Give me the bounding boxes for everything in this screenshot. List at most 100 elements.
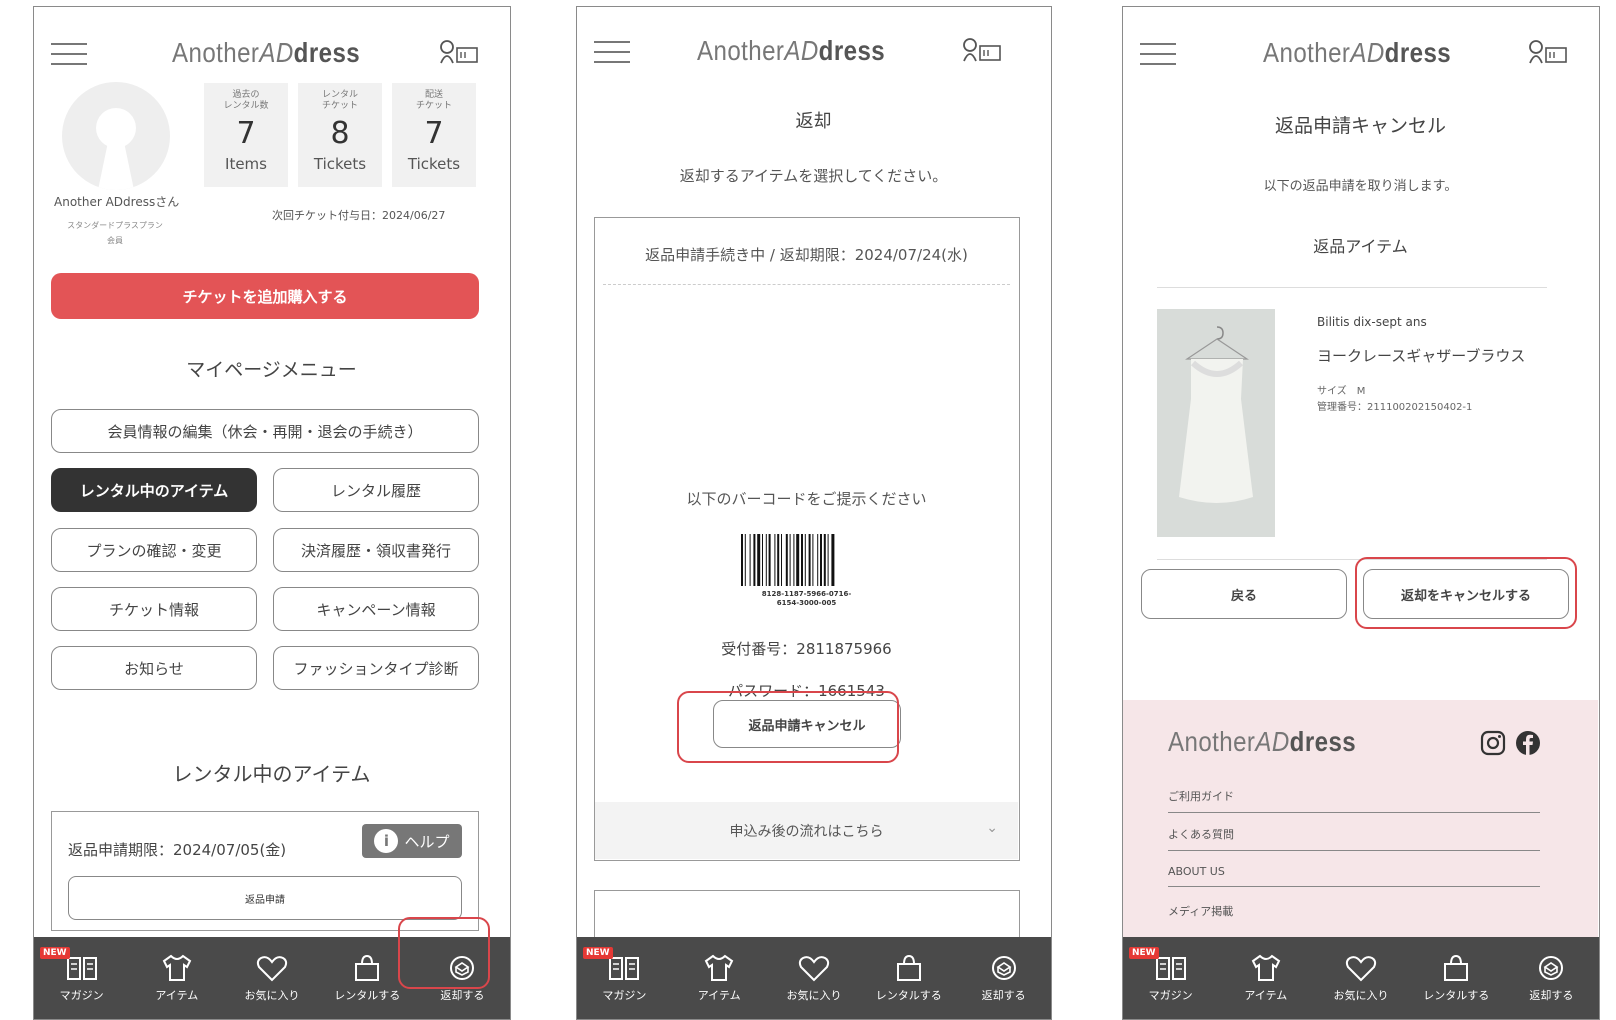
payment-history-button[interactable]: 決済履歴・領収書発行 (273, 528, 479, 572)
rental-history-button[interactable]: レンタル履歴 (273, 468, 479, 512)
highlight-return-tab (398, 917, 490, 989)
highlight-cancel-return-button (1355, 557, 1577, 629)
campaign-info-button[interactable]: キャンペーン情報 (273, 587, 479, 631)
logo[interactable]: AnotherADdress (1263, 37, 1451, 69)
barcode-image (741, 534, 835, 586)
stat-rental-tickets: レンタル チケット 8 Tickets (298, 83, 382, 187)
rental-item-card: 返品申請期限：2024/07/05(金) i ヘルプ 返品申請 (51, 811, 479, 931)
info-icon: i (374, 829, 399, 853)
barcode-prompt: 以下のバーコードをご提示ください (686, 490, 927, 508)
shirt-icon (704, 954, 734, 981)
screen-return: AnotherADdress 返却 返却するアイテムを選択してください。 返品申… (576, 6, 1052, 1020)
tab-return[interactable]: 返却する (956, 937, 1051, 1019)
book-icon (66, 957, 97, 980)
tab-items[interactable]: アイテム (1218, 937, 1313, 1019)
tab-items[interactable]: アイテム (129, 937, 224, 1019)
member-card-icon[interactable] (1528, 39, 1568, 65)
new-badge: NEW (1129, 947, 1159, 959)
return-apply-button[interactable]: 返品申請 (68, 876, 462, 920)
shirt-icon (1251, 954, 1281, 981)
chevron-down-icon: ⌄ (986, 820, 998, 836)
item-image (1157, 309, 1275, 537)
highlight-cancel-button (677, 691, 899, 763)
fashion-diagnosis-button[interactable]: ファッションタイプ診断 (273, 646, 479, 690)
avatar (62, 82, 170, 190)
page-title: 返品申請キャンセル (1274, 115, 1446, 137)
ticket-info-button[interactable]: チケット情報 (51, 587, 257, 631)
back-button[interactable]: 戻る (1141, 569, 1347, 619)
screen-return-cancel: AnotherADdress 返品申請キャンセル 以下の返品申請を取り消します。… (1122, 6, 1600, 1020)
plan-name: スタンダードプラスプラン (67, 221, 163, 230)
receipt-number: 受付番号：2811875966 (721, 640, 892, 658)
bag-icon (1444, 954, 1469, 981)
tab-favorites[interactable]: お気に入り (767, 937, 862, 1019)
bag-icon (355, 954, 380, 981)
plan-change-button[interactable]: プランの確認・変更 (51, 528, 257, 572)
tab-magazine[interactable]: NEW マガジン (34, 937, 129, 1019)
page-title: 返却 (795, 111, 832, 132)
bag-icon (896, 954, 921, 981)
logo[interactable]: AnotherADdress (172, 37, 360, 69)
renting-section-title: レンタル中のアイテム (172, 762, 371, 786)
footer-link-media[interactable]: メディア掲載 (1168, 903, 1540, 927)
book-icon (1155, 957, 1186, 980)
item-name: ヨークレースギャザーブラウス (1317, 347, 1526, 365)
return-status: 返品申請手続き中 / 返却期限：2024/07/24(水) (645, 246, 968, 264)
new-badge: NEW (583, 947, 613, 959)
hamburger-menu-icon[interactable] (51, 43, 87, 65)
tab-rent[interactable]: レンタルする (861, 937, 956, 1019)
divider (1157, 287, 1547, 288)
screen-mypage: AnotherADdress Another ADdressさん スタンダードプ… (33, 6, 511, 1020)
bottom-tab-bar: NEW マガジン アイテム お気に入り レンタルする 返却する (577, 937, 1051, 1019)
heart-icon (256, 956, 288, 982)
footer-link-faq[interactable]: よくある質問 (1168, 826, 1540, 851)
bottom-tab-bar: NEW マガジン アイテム お気に入り レンタルする 返却する (1123, 937, 1599, 1019)
renting-items-button[interactable]: レンタル中のアイテム (51, 468, 257, 512)
tab-rent[interactable]: レンタルする (1409, 937, 1504, 1019)
return-card: 返品申請手続き中 / 返却期限：2024/07/24(水) 以下のバーコードをご… (594, 217, 1020, 861)
hamburger-menu-icon[interactable] (594, 41, 630, 63)
help-button[interactable]: i ヘルプ (362, 824, 462, 858)
page-subtitle: 返却するアイテムを選択してください。 (679, 167, 948, 185)
footer-logo[interactable]: AnotherADdress (1168, 726, 1356, 758)
logo[interactable]: AnotherADdress (697, 35, 885, 67)
news-button[interactable]: お知らせ (51, 646, 257, 690)
section-title: 返品アイテム (1313, 237, 1408, 256)
footer-link-guide[interactable]: ご利用ガイド (1168, 788, 1540, 813)
tab-items[interactable]: アイテム (672, 937, 767, 1019)
stat-shipping-tickets: 配送 チケット 7 Tickets (392, 83, 476, 187)
buy-ticket-button[interactable]: チケットを追加購入する (51, 273, 479, 319)
divider (603, 284, 1010, 285)
footer: AnotherADdress ご利用ガイド よくある質問 ABOUT US メデ… (1123, 700, 1598, 940)
heart-icon (1345, 956, 1377, 982)
tab-return[interactable]: 返却する (1504, 937, 1599, 1019)
new-badge: NEW (40, 947, 70, 959)
tab-favorites[interactable]: お気に入り (224, 937, 319, 1019)
member-card-icon[interactable] (962, 37, 1002, 63)
return-deadline: 返品申請期限：2024/07/05(金) (68, 841, 287, 859)
flow-link[interactable]: 申込み後の流れはこちら ⌄ (595, 802, 1018, 859)
item-size: サイズ M (1317, 386, 1366, 397)
hamburger-menu-icon[interactable] (1140, 43, 1176, 65)
heart-icon (798, 956, 830, 982)
return-icon (1539, 956, 1564, 980)
member-edit-button[interactable]: 会員情報の編集（休会・再開・退会の手続き） (51, 409, 479, 453)
tab-magazine[interactable]: NEW マガジン (1123, 937, 1218, 1019)
stat-past-rentals: 過去の レンタル数 7 Items (204, 83, 288, 187)
tab-magazine[interactable]: NEW マガジン (577, 937, 672, 1019)
instagram-icon[interactable] (1480, 730, 1506, 756)
facebook-icon[interactable] (1515, 730, 1541, 756)
item-manage-number: 管理番号：211100202150402-1 (1317, 402, 1473, 413)
member-label: 会員 (107, 236, 123, 245)
footer-link-about[interactable]: ABOUT US (1168, 865, 1540, 887)
next-ticket-date: 次回チケット付与日：2024/06/27 (272, 209, 446, 222)
item-brand: Bilitis dix-sept ans (1317, 315, 1427, 329)
shirt-icon (162, 954, 192, 981)
barcode-number: 8128-1187-5966-0716- 6154-3000-005 (761, 590, 852, 607)
page-subtitle: 以下の返品申請を取り消します。 (1263, 179, 1458, 194)
tab-favorites[interactable]: お気に入り (1313, 937, 1408, 1019)
return-icon (991, 956, 1016, 980)
member-card-icon[interactable] (439, 39, 479, 65)
menu-title: マイページメニュー (186, 359, 357, 381)
user-name: Another ADdressさん (54, 195, 180, 209)
